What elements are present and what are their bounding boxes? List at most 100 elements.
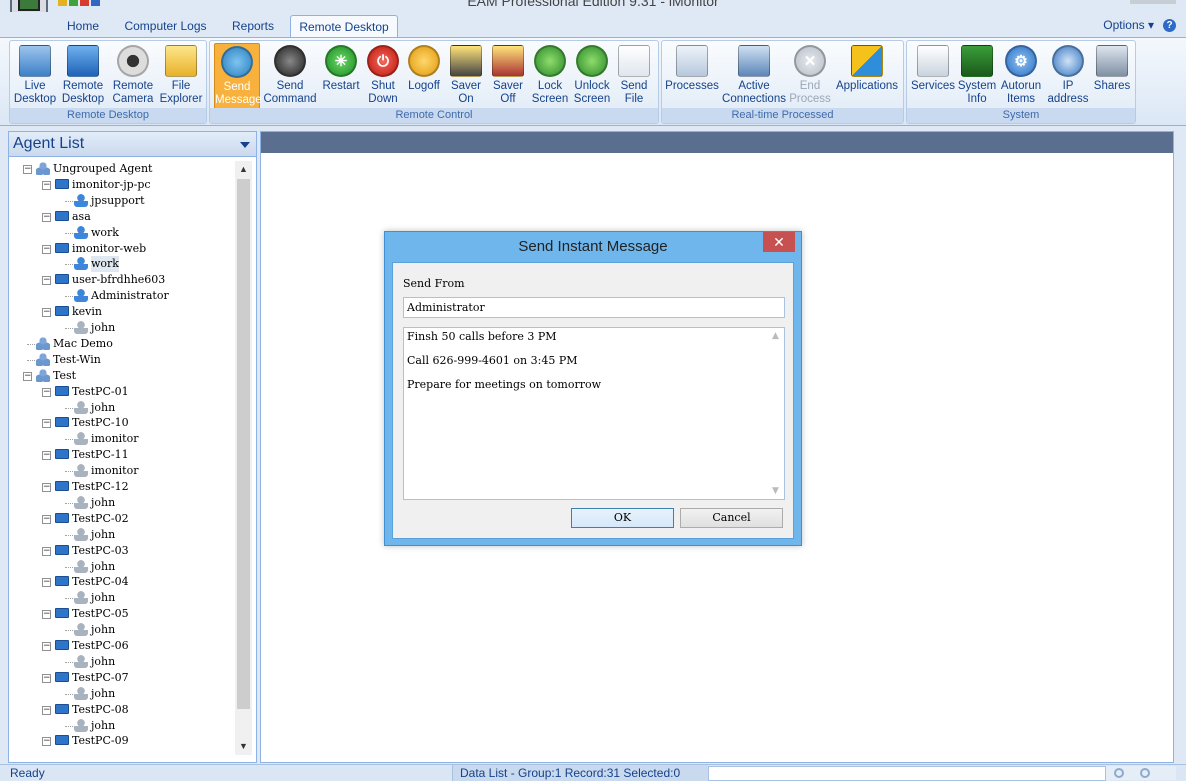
scroll-up-icon[interactable]: ▲ (767, 331, 784, 341)
tab-computer-logs[interactable]: Computer Logs (118, 15, 213, 38)
tree-node-pc[interactable]: − imonitor-web (9, 241, 237, 257)
collapse-icon[interactable]: − (42, 578, 51, 588)
tree-node-user[interactable]: john (9, 718, 237, 734)
tree-node-pc[interactable]: − TestPC-05 (9, 606, 237, 622)
tree-node-user[interactable]: john (9, 320, 237, 336)
close-icon[interactable]: ✕ (763, 232, 795, 252)
collapse-icon[interactable]: − (42, 180, 51, 190)
unlock-screen-button[interactable]: Unlock Screen (572, 43, 612, 109)
tree-node-pc[interactable]: − TestPC-01 (9, 384, 237, 400)
zoom-out-icon[interactable] (1114, 768, 1124, 778)
tree-node-pc[interactable]: − TestPC-08 (9, 702, 237, 718)
window-controls[interactable] (1130, 0, 1176, 4)
remote-camera-button[interactable]: Remote Camera (110, 43, 156, 109)
shares-button[interactable]: Shares (1091, 43, 1133, 109)
end-process-button[interactable]: ✕ End Process (788, 43, 832, 109)
collapse-icon[interactable]: − (42, 483, 51, 492)
send-message-button[interactable]: Send Message (214, 43, 262, 109)
tree-node-user[interactable]: work (9, 256, 237, 273)
collapse-icon[interactable]: − (42, 514, 51, 524)
tree-node-user[interactable]: imonitor (9, 463, 237, 479)
tree-node-group[interactable]: Mac Demo (9, 336, 237, 352)
active-connections-button[interactable]: Active Connections (720, 43, 788, 109)
tree-node-pc[interactable]: − kevin (9, 304, 237, 320)
tree-node-pc[interactable]: − TestPC-11 (9, 447, 237, 463)
system-info-button[interactable]: System Info (957, 43, 997, 109)
tree-node-user[interactable]: john (9, 559, 237, 575)
collapse-icon[interactable]: − (23, 371, 32, 381)
send-file-button[interactable]: Send File (614, 43, 654, 109)
live-desktop-button[interactable]: Live Desktop (13, 43, 57, 109)
tree-node-pc[interactable]: − TestPC-02 (9, 511, 237, 527)
tree-node-pc[interactable]: − TestPC-04 (9, 574, 237, 590)
processes-button[interactable]: Processes (665, 43, 719, 109)
collapse-icon[interactable]: − (42, 419, 51, 429)
applications-button[interactable]: Applications (832, 43, 902, 109)
collapse-icon[interactable]: − (23, 165, 32, 174)
collapse-icon[interactable]: − (42, 642, 51, 651)
tree-node-pc[interactable]: − TestPC-06 (9, 638, 237, 654)
tree-node-pc[interactable]: − TestPC-10 (9, 415, 237, 431)
lock-screen-button[interactable]: Lock Screen (530, 43, 570, 109)
options-menu[interactable]: Options ▾ (1103, 18, 1154, 32)
status-search-input[interactable] (708, 766, 1106, 781)
send-command-button[interactable]: Send Command (262, 43, 318, 109)
tree-node-group[interactable]: − Ungrouped Agent (9, 161, 237, 177)
chevron-down-icon[interactable] (240, 142, 250, 148)
help-icon[interactable]: ? (1163, 19, 1176, 32)
collapse-icon[interactable]: − (42, 610, 51, 620)
zoom-in-icon[interactable] (1140, 768, 1150, 778)
saver-on-button[interactable]: Saver On (446, 43, 486, 109)
tree-node-user[interactable]: john (9, 527, 237, 543)
tab-remote-desktop[interactable]: Remote Desktop (290, 15, 398, 38)
tree-node-user[interactable]: jpsupport (9, 193, 237, 209)
collapse-icon[interactable]: − (42, 546, 51, 556)
tree-node-pc[interactable]: − user-bfrdhhe603 (9, 272, 237, 288)
collapse-icon[interactable]: − (42, 212, 51, 222)
collapse-icon[interactable]: − (42, 705, 51, 715)
tree-node-user[interactable]: work (9, 225, 237, 241)
file-explorer-button[interactable]: File Explorer (158, 43, 204, 109)
tab-reports[interactable]: Reports (222, 15, 284, 38)
tree-node-user[interactable]: Administrator (9, 288, 237, 304)
collapse-icon[interactable]: − (42, 451, 51, 461)
agent-list-scrollbar[interactable]: ▲ ▼ (235, 161, 252, 755)
message-textarea[interactable]: Finsh 50 calls before 3 PM Call 626-999-… (403, 327, 785, 500)
collapse-icon[interactable]: − (42, 737, 51, 747)
scroll-down-icon[interactable]: ▼ (767, 486, 784, 496)
tree-node-group[interactable]: − Test (9, 368, 237, 384)
remote-desktop-button[interactable]: Remote Desktop (60, 43, 106, 109)
tree-node-user[interactable]: imonitor (9, 431, 237, 447)
tree-node-user[interactable]: john (9, 686, 237, 702)
tree-node-pc[interactable]: − TestPC-09 (9, 733, 237, 749)
logoff-button[interactable]: Logoff (404, 43, 444, 109)
send-from-field[interactable]: Administrator (403, 297, 785, 318)
ok-button[interactable]: OK (571, 508, 674, 528)
scroll-down-icon[interactable]: ▼ (235, 738, 252, 755)
shut-down-button[interactable]: ⏻ Shut Down (364, 43, 402, 109)
tree-node-pc[interactable]: − TestPC-12 (9, 479, 237, 495)
tree-node-user[interactable]: john (9, 654, 237, 670)
message-scrollbar[interactable]: ▲ ▼ (767, 328, 784, 499)
tree-node-user[interactable]: john (9, 495, 237, 511)
tree-node-pc[interactable]: − asa (9, 209, 237, 225)
collapse-icon[interactable]: − (42, 244, 51, 254)
ip-address-button[interactable]: IP address (1045, 43, 1091, 109)
tab-home[interactable]: Home (54, 15, 112, 38)
collapse-icon[interactable]: − (42, 673, 51, 683)
tree-node-pc[interactable]: − TestPC-07 (9, 670, 237, 686)
tree-node-user[interactable]: john (9, 590, 237, 606)
tree-node-group[interactable]: Test-Win (9, 352, 237, 368)
collapse-icon[interactable]: − (42, 387, 51, 397)
scroll-up-icon[interactable]: ▲ (235, 161, 252, 178)
tree-node-pc[interactable]: − TestPC-03 (9, 543, 237, 559)
cancel-button[interactable]: Cancel (680, 508, 783, 528)
scroll-thumb[interactable] (237, 179, 250, 709)
collapse-icon[interactable]: − (42, 308, 51, 318)
tree-node-user[interactable]: john (9, 622, 237, 638)
saver-off-button[interactable]: Saver Off (488, 43, 528, 109)
collapse-icon[interactable]: − (42, 276, 51, 286)
agent-tree[interactable]: − Ungrouped Agent − imonitor-jp-pc jpsupport… (9, 161, 237, 755)
zoom-controls[interactable] (1106, 766, 1176, 780)
autorun-items-button[interactable]: ⚙ Autorun Items (997, 43, 1045, 109)
